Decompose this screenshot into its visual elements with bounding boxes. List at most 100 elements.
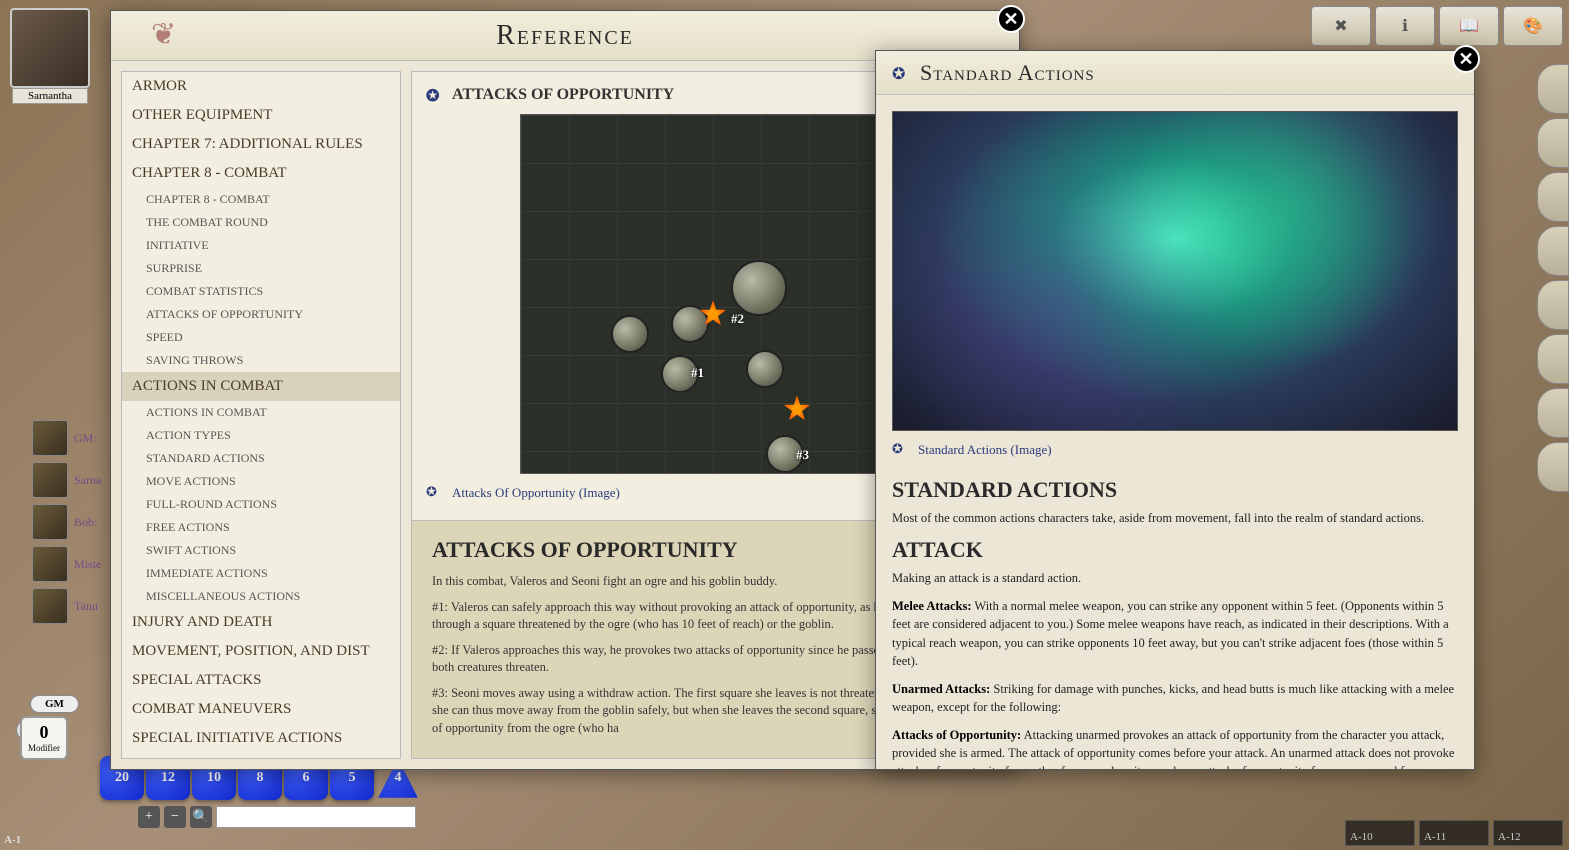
player-row[interactable]: Sarna	[32, 462, 101, 498]
dice-search-icon[interactable]: 🔍	[190, 806, 212, 828]
nav-subitem[interactable]: SURPRISE	[122, 257, 400, 280]
hotbar-slot[interactable]: A-12	[1493, 820, 1563, 846]
figure-icon: ✪	[426, 86, 444, 104]
side-tab[interactable]	[1537, 280, 1569, 330]
nav-subitem[interactable]: MOVE ACTIONS	[122, 470, 400, 493]
side-tab[interactable]	[1537, 118, 1569, 168]
player-row[interactable]: Bob:	[32, 504, 101, 540]
player-label: Miste	[74, 557, 101, 572]
hotbar-slot[interactable]: A-11	[1419, 820, 1489, 846]
player-label: Bob:	[74, 515, 97, 530]
player-label: GM:	[74, 431, 97, 446]
player-row[interactable]: Tanu	[32, 588, 101, 624]
modifier-box[interactable]: 0 Modifier	[20, 716, 68, 760]
dice-plus-button[interactable]: +	[138, 806, 160, 828]
image-caption: Attacks Of Opportunity (Image)	[452, 485, 620, 501]
tactical-map-image: #1 #2 #3	[520, 114, 900, 474]
nav-subitem[interactable]: STANDARD ACTIONS	[122, 447, 400, 470]
nav-item[interactable]: ARMOR	[122, 72, 400, 101]
label-bold: Attacks of Opportunity:	[892, 728, 1021, 742]
side-tab[interactable]	[1537, 442, 1569, 492]
corner-slot-label: A-1	[4, 834, 21, 846]
standard-actions-window: ✪ Standard Actions ✕ ✪ Standard Actions …	[875, 50, 1475, 770]
label-bold: Unarmed Attacks:	[892, 682, 990, 696]
nav-subitem[interactable]: FREE ACTIONS	[122, 516, 400, 539]
nav-item[interactable]: OTHER EQUIPMENT	[122, 101, 400, 130]
bottom-hotbar: A-10 A-11 A-12	[1345, 820, 1563, 846]
body-text: With a normal melee weapon, you can stri…	[892, 599, 1449, 667]
nav-item[interactable]: SPECIAL INITIATIVE ACTIONS	[122, 724, 400, 753]
modifier-value: 0	[22, 722, 66, 743]
map-label: #1	[691, 365, 704, 381]
nav-item[interactable]: MOVEMENT, POSITION, AND DIST	[122, 637, 400, 666]
map-label: #3	[796, 447, 809, 463]
nav-subitem[interactable]: IMMEDIATE ACTIONS	[122, 562, 400, 585]
body-paragraph: Most of the common actions characters ta…	[892, 509, 1458, 527]
player-label: Sarna	[74, 473, 101, 488]
nav-subitem[interactable]: FULL-ROUND ACTIONS	[122, 493, 400, 516]
nav-item[interactable]: SPECIAL ATTACKS	[122, 666, 400, 695]
side-tab[interactable]	[1537, 388, 1569, 438]
section-heading: ATTACK	[892, 537, 1458, 563]
nav-subitem[interactable]: THE COMBAT ROUND	[122, 211, 400, 234]
player-row-gm[interactable]: GM:	[32, 420, 101, 456]
title-ornament-icon: ❦	[151, 17, 211, 57]
tool-button-icon[interactable]: ℹ	[1375, 6, 1435, 46]
reference-nav[interactable]: ARMOR OTHER EQUIPMENT CHAPTER 7: ADDITIO…	[121, 71, 401, 759]
side-tab[interactable]	[1537, 64, 1569, 114]
nav-subitem[interactable]: CHAPTER 8 - COMBAT	[122, 188, 400, 211]
nav-item[interactable]: CHAPTER 8 - COMBAT	[122, 159, 400, 188]
avatar	[32, 504, 68, 540]
close-button[interactable]: ✕	[1452, 45, 1480, 73]
nav-subitem[interactable]: SWIFT ACTIONS	[122, 539, 400, 562]
nav-subitem[interactable]: SAVING THROWS	[122, 349, 400, 372]
nav-subitem[interactable]: ACTION TYPES	[122, 424, 400, 447]
nav-subitem[interactable]: INITIATIVE	[122, 234, 400, 257]
side-tab[interactable]	[1537, 334, 1569, 384]
tool-button-icon[interactable]: ✖	[1311, 6, 1371, 46]
figure-icon: ✪	[426, 484, 444, 502]
nav-subitem[interactable]: ATTACKS OF OPPORTUNITY	[122, 303, 400, 326]
character-portrait[interactable]: Sarnantha	[10, 8, 90, 88]
image-caption-row[interactable]: ✪ Standard Actions (Image)	[892, 441, 1458, 459]
avatar	[32, 588, 68, 624]
nav-item[interactable]: INJURY AND DEATH	[122, 608, 400, 637]
hotbar-slot[interactable]: A-10	[1345, 820, 1415, 846]
content-heading: ATTACKS OF OPPORTUNITY	[452, 86, 674, 104]
top-toolbar: ✖ ℹ 📖 🎨	[1311, 6, 1563, 46]
avatar	[32, 546, 68, 582]
gm-badge[interactable]: GM	[30, 695, 79, 713]
player-row[interactable]: Miste	[32, 546, 101, 582]
body-paragraph: Attacks of Opportunity: Attacking unarme…	[892, 726, 1458, 769]
avatar	[32, 462, 68, 498]
nav-subitem[interactable]: COMBAT STATISTICS	[122, 280, 400, 303]
nav-item[interactable]: CHAPTER 7: ADDITIONAL RULES	[122, 130, 400, 159]
map-token	[611, 315, 649, 353]
nav-subitem[interactable]: SPEED	[122, 326, 400, 349]
tool-button-icon[interactable]: 📖	[1439, 6, 1499, 46]
close-button[interactable]: ✕	[997, 5, 1025, 33]
right-side-tabs	[1537, 64, 1569, 492]
map-token-large	[731, 260, 787, 316]
tool-button-icon[interactable]: 🎨	[1503, 6, 1563, 46]
dice-controls: + − 🔍	[138, 806, 416, 828]
standard-actions-image	[892, 111, 1458, 431]
image-caption: Standard Actions (Image)	[918, 442, 1052, 458]
side-tab[interactable]	[1537, 226, 1569, 276]
standard-titlebar[interactable]: ✪ Standard Actions	[876, 51, 1474, 95]
nav-subitem[interactable]: MISCELLANEOUS ACTIONS	[122, 585, 400, 608]
standard-body[interactable]: ✪ Standard Actions (Image) STANDARD ACTI…	[876, 95, 1474, 769]
burst-icon	[783, 395, 811, 423]
nav-subitem[interactable]: ACTIONS IN COMBAT	[122, 401, 400, 424]
player-list: GM: Sarna Bob: Miste Tanu	[32, 420, 101, 624]
dice-minus-button[interactable]: −	[164, 806, 186, 828]
figure-icon: ✪	[892, 441, 910, 459]
modifier-label: Modifier	[22, 743, 66, 753]
map-label: #2	[731, 311, 744, 327]
dice-input[interactable]	[216, 806, 416, 828]
body-paragraph: Making an attack is a standard action.	[892, 569, 1458, 587]
nav-item[interactable]: COMBAT MANEUVERS	[122, 695, 400, 724]
nav-item-selected[interactable]: ACTIONS IN COMBAT	[122, 372, 400, 401]
figure-icon: ✪	[892, 64, 910, 82]
side-tab[interactable]	[1537, 172, 1569, 222]
